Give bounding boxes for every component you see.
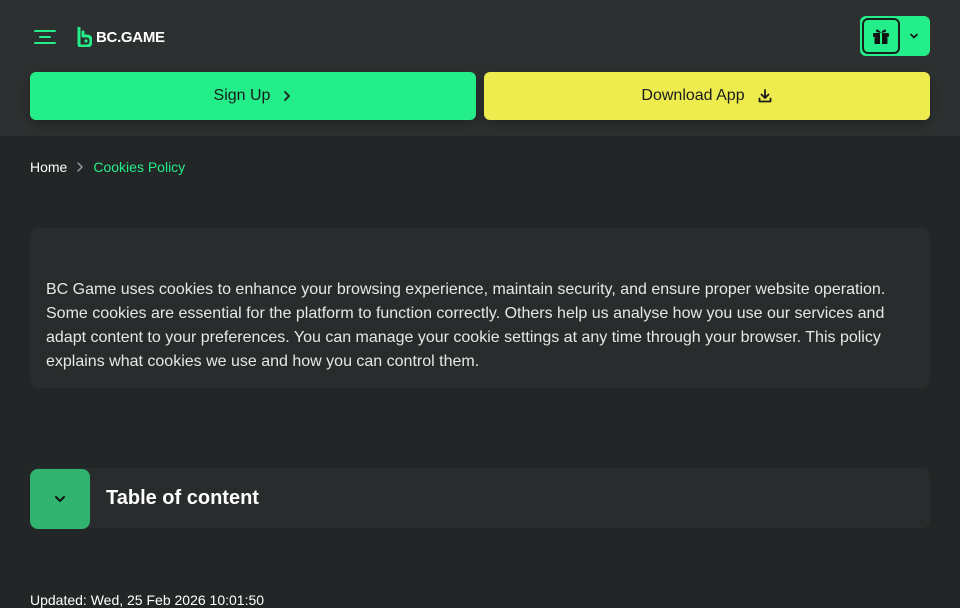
download-app-label: Download App (641, 87, 745, 104)
toc-expand-button[interactable] (30, 469, 90, 529)
sign-up-button[interactable]: Sign Up (30, 72, 476, 120)
chevron-down-icon (55, 496, 65, 502)
menu-icon[interactable] (34, 30, 56, 44)
chevron-right-icon (77, 162, 84, 172)
logo-text: BC.GAME (96, 28, 165, 46)
logo[interactable]: BC.GAME (76, 26, 165, 48)
breadcrumb: Home Cookies Policy (30, 157, 185, 177)
intro-text: BC Game uses cookies to enhance your bro… (46, 281, 886, 370)
download-icon (758, 89, 771, 103)
intro-card: BC Game uses cookies to enhance your bro… (30, 228, 930, 388)
sign-up-label: Sign Up (213, 87, 271, 104)
table-of-content-toggle[interactable]: Table of content (30, 468, 930, 529)
chevron-right-icon (284, 91, 291, 101)
chevron-down-icon (910, 33, 918, 39)
logo-mark-icon (77, 27, 92, 47)
rewards-group (860, 16, 930, 56)
top-header: BC.GAME Sign Up Download App (0, 0, 960, 136)
gift-button[interactable] (862, 18, 900, 54)
breadcrumb-current: Cookies Policy (93, 159, 186, 175)
rewards-dropdown-button[interactable] (904, 26, 924, 46)
toc-title: Table of content (106, 487, 259, 509)
download-app-button[interactable]: Download App (484, 72, 930, 120)
gift-icon (873, 29, 889, 44)
breadcrumb-home-link[interactable]: Home (30, 159, 67, 175)
updated-timestamp: Updated: Wed, 25 Feb 2026 10:01:50 (30, 592, 265, 608)
